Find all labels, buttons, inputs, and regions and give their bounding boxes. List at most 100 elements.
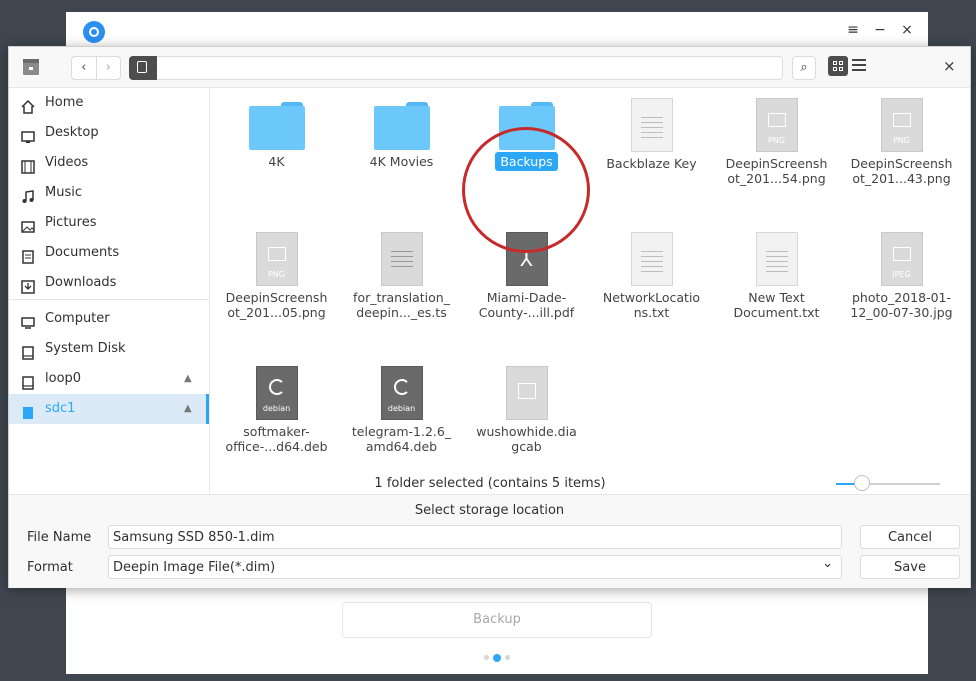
breadcrumb[interactable]	[129, 56, 783, 80]
highlight-circle	[462, 127, 590, 253]
zoom-slider[interactable]	[836, 475, 940, 491]
sidebar-item-label: Home	[45, 95, 84, 110]
file-name: DeepinScreensh ot_201...43.png	[850, 156, 953, 186]
disk-icon[interactable]	[129, 56, 157, 80]
sidebar-item-label: Desktop	[45, 125, 99, 140]
status-text: 1 folder selected (contains 5 items)	[374, 476, 606, 491]
sidebar-item-downloads[interactable]: Downloads	[9, 268, 209, 298]
eject-icon[interactable]: ▲	[184, 364, 192, 394]
format-label: Format	[27, 560, 73, 575]
folder-icon	[248, 102, 305, 150]
file-name: Miami-Dade- County-...ill.pdf	[478, 290, 575, 320]
file-item[interactable]: debian telegram-1.2.6_ amd64.deb	[339, 362, 464, 454]
sidebar-item-label: System Disk	[45, 341, 126, 356]
text-file-icon	[630, 232, 673, 286]
file-name: DeepinScreensh ot_201...05.png	[225, 290, 328, 320]
code-file-icon	[380, 232, 423, 286]
page-dot[interactable]	[484, 655, 489, 660]
nav-buttons: ‹ ›	[71, 56, 121, 80]
backup-button[interactable]: Backup	[342, 602, 652, 638]
icon-view-icon[interactable]	[828, 56, 848, 76]
file-item[interactable]: NetworkLocatio ns.txt	[589, 228, 714, 320]
sidebar-item-loop0[interactable]: loop0 ▲	[9, 364, 209, 394]
file-name: Backblaze Key	[606, 156, 697, 171]
file-item[interactable]: wushowhide.dia gcab	[464, 362, 589, 454]
sidebar-item-videos[interactable]: Videos	[9, 148, 209, 178]
text-file-icon	[630, 98, 673, 152]
file-item[interactable]: JPEG photo_2018-01- 12_00-07-30.jpg	[839, 228, 964, 320]
sidebar-divider	[9, 299, 209, 300]
file-name: for_translation_ deepin..._es.ts	[353, 290, 450, 320]
text-file-icon	[755, 232, 798, 286]
image-file-icon: PNG	[880, 98, 923, 152]
cancel-button[interactable]: Cancel	[860, 525, 960, 549]
sidebar: Home Desktop Videos Music Pictures Documents D…	[9, 88, 210, 493]
file-name: wushowhide.dia gcab	[476, 424, 577, 454]
file-name: softmaker- office-...d64.deb	[225, 424, 328, 454]
sidebar-item-label: Documents	[45, 245, 120, 260]
sidebar-item-system-disk[interactable]: System Disk	[9, 334, 209, 364]
search-icon[interactable]: ⌕	[792, 56, 816, 80]
sidebar-item-music[interactable]: Music	[9, 178, 209, 208]
sidebar-item-home[interactable]: Home	[9, 88, 209, 118]
disk-icon	[21, 372, 35, 390]
image-file-icon: JPEG	[880, 232, 923, 286]
eject-icon[interactable]: ▲	[184, 394, 192, 424]
file-name: photo_2018-01- 12_00-07-30.jpg	[850, 290, 953, 320]
window-close-icon[interactable]: ×	[897, 22, 917, 38]
file-name: 4K	[268, 154, 285, 169]
file-item[interactable]: Backblaze Key	[589, 94, 714, 171]
sidebar-item-desktop[interactable]: Desktop	[9, 118, 209, 148]
save-panel-title: Select storage location	[414, 503, 565, 518]
format-select[interactable]: Deepin Image File(*.dim)	[108, 552, 842, 579]
file-name: New Text Document.txt	[733, 290, 820, 320]
debian-package-icon: debian	[380, 366, 423, 420]
sidebar-item-label: Pictures	[45, 215, 97, 230]
app-logo-icon	[83, 21, 105, 43]
file-item[interactable]: PNG DeepinScreensh ot_201...54.png	[714, 94, 839, 186]
dialog-toolbar: ‹ › ⌕ ×	[9, 47, 970, 88]
save-button[interactable]: Save	[860, 555, 960, 579]
file-item[interactable]: New Text Document.txt	[714, 228, 839, 320]
debian-package-icon: debian	[255, 366, 298, 420]
page-dot[interactable]	[505, 655, 510, 660]
file-name-label: File Name	[27, 530, 92, 545]
file-name: NetworkLocatio ns.txt	[602, 290, 701, 320]
disk-icon	[21, 402, 35, 419]
sidebar-item-pictures[interactable]: Pictures	[9, 208, 209, 238]
file-item[interactable]: debian softmaker- office-...d64.deb	[214, 362, 339, 454]
save-panel: Select storage location File Name Samsun…	[9, 494, 970, 588]
folder-item[interactable]: 4K Movies	[339, 94, 464, 169]
sidebar-item-label: Music	[45, 185, 82, 200]
page-indicator	[482, 650, 512, 662]
folder-icon	[373, 102, 430, 150]
folder-item[interactable]: 4K	[214, 94, 339, 169]
sidebar-item-label: sdc1	[45, 401, 76, 416]
sidebar-item-label: Videos	[45, 155, 89, 170]
file-item[interactable]: PNG DeepinScreensh ot_201...05.png	[214, 228, 339, 320]
sidebar-item-documents[interactable]: Documents	[9, 238, 209, 268]
back-button[interactable]: ‹	[72, 57, 96, 79]
forward-button[interactable]: ›	[95, 57, 121, 79]
page-dot-active[interactable]	[493, 653, 501, 662]
dialog-close-icon[interactable]: ×	[943, 57, 956, 75]
computer-home-icon[interactable]	[21, 57, 41, 77]
minimize-icon[interactable]: −	[870, 22, 890, 38]
file-name: telegram-1.2.6_ amd64.deb	[351, 424, 452, 454]
menu-icon[interactable]: ≡	[843, 22, 863, 38]
list-view-icon[interactable]	[852, 59, 866, 73]
disk-icon	[21, 342, 35, 360]
file-item[interactable]: for_translation_ deepin..._es.ts	[339, 228, 464, 320]
file-name: 4K Movies	[369, 154, 434, 169]
music-icon	[21, 186, 35, 203]
sidebar-item-sdc1[interactable]: sdc1 ▲	[9, 394, 209, 424]
zoom-slider-handle[interactable]	[854, 475, 870, 491]
pictures-icon	[21, 216, 35, 233]
file-name-input[interactable]: Samsung SSD 850-1.dim	[108, 525, 842, 549]
file-name: DeepinScreensh ot_201...54.png	[725, 156, 828, 186]
sidebar-item-computer[interactable]: Computer	[9, 304, 209, 334]
desktop-icon	[21, 126, 35, 143]
documents-icon	[21, 246, 35, 264]
file-item[interactable]: PNG DeepinScreensh ot_201...43.png	[839, 94, 964, 186]
home-icon	[21, 96, 35, 114]
